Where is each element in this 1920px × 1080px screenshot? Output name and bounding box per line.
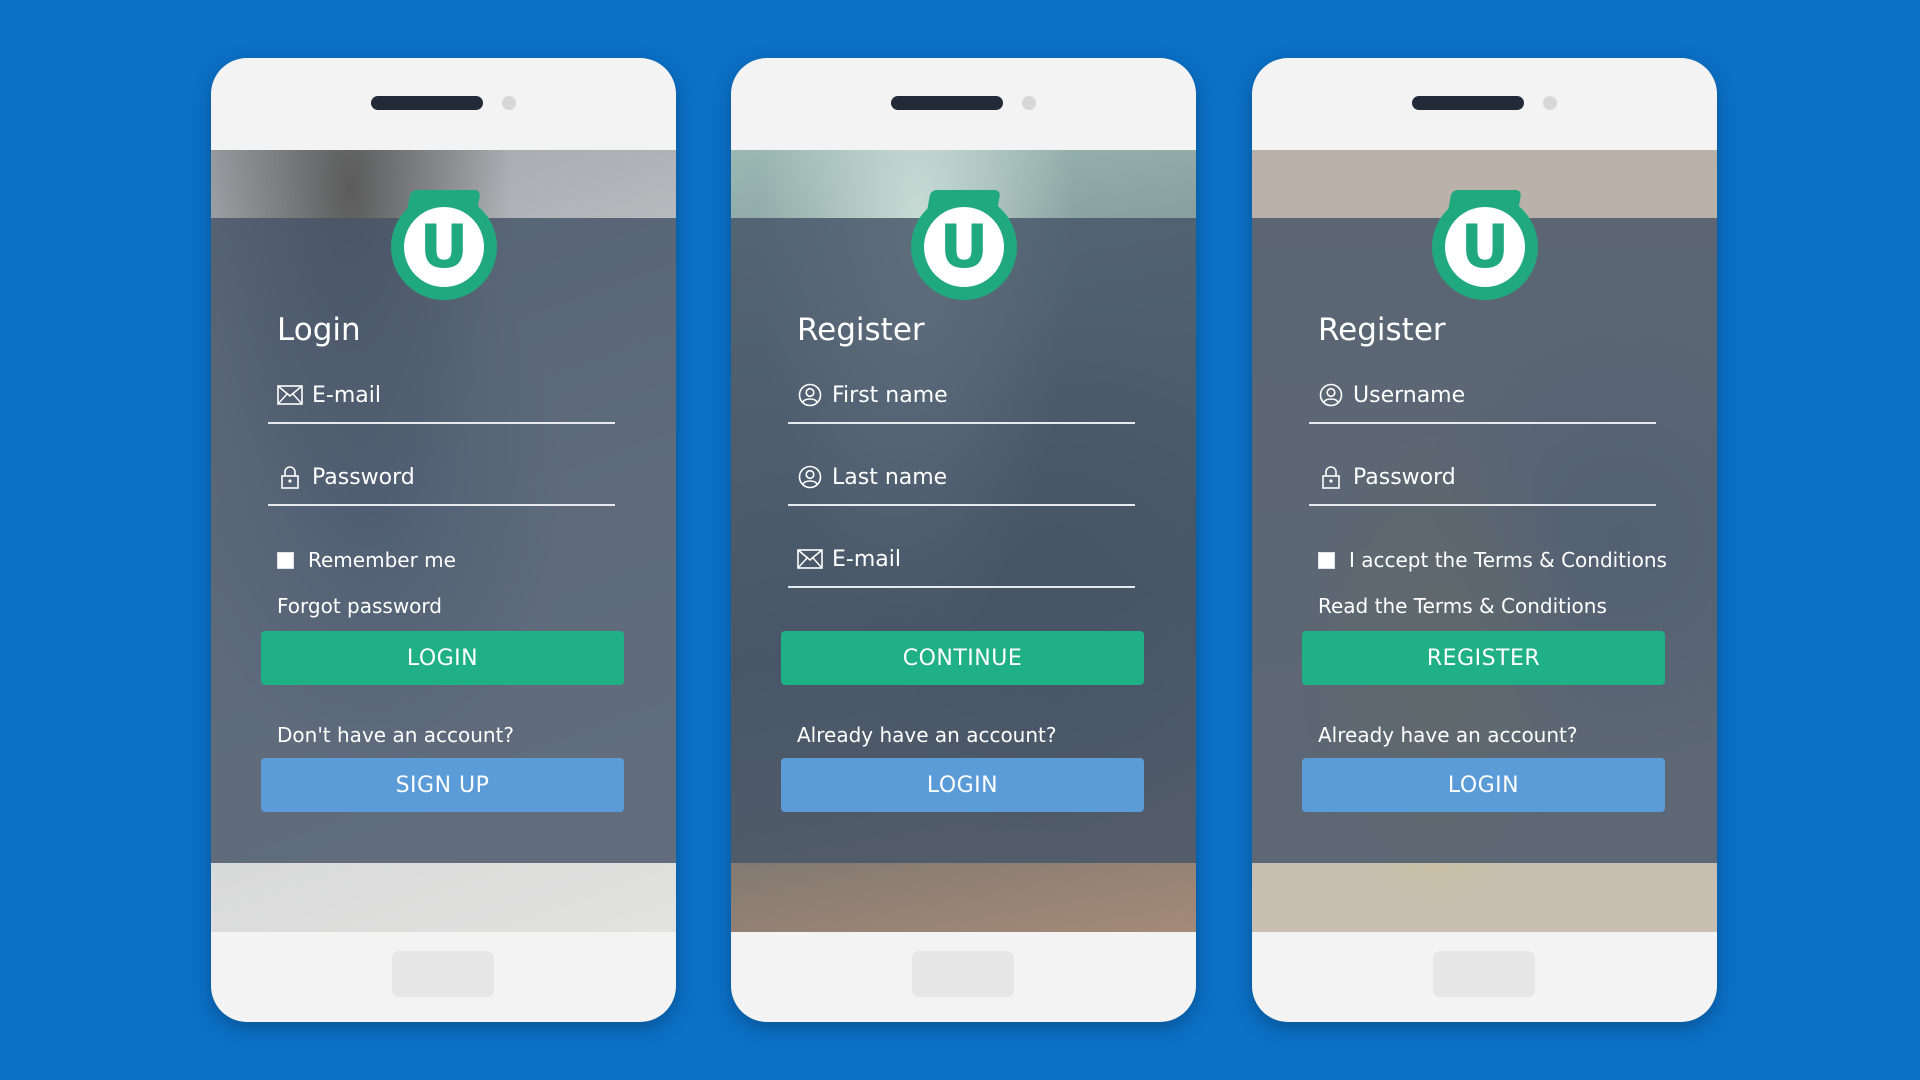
logo-letter: U (404, 207, 484, 287)
checkbox-box[interactable] (277, 551, 294, 569)
accept-terms-label: I accept the Terms & Conditions (1349, 548, 1667, 572)
home-button[interactable] (912, 951, 1014, 997)
password-label: Password (1353, 464, 1456, 490)
remember-me-label: Remember me (308, 548, 456, 572)
phone-speaker (1412, 96, 1524, 110)
phone-mockup-login: U Login E-mail Password Remember me Forg… (211, 58, 676, 1022)
page-title: Register (797, 312, 925, 348)
home-button[interactable] (392, 951, 494, 997)
logo-letter: U (1445, 207, 1525, 287)
login-prompt: Already have an account? (1318, 723, 1578, 747)
logo-letter: U (924, 207, 1004, 287)
email-label: E-mail (312, 382, 381, 408)
signup-button[interactable]: SIGN UP (261, 758, 624, 812)
register-screen-2: U Register Username Password I accept th… (1252, 150, 1717, 932)
phone-speaker (371, 96, 483, 110)
login-button[interactable]: LOGIN (781, 758, 1144, 812)
app-logo: U (1432, 194, 1538, 300)
phone-speaker (891, 96, 1003, 110)
last-name-label: Last name (832, 464, 948, 490)
last-name-field[interactable]: Last name (788, 450, 1135, 506)
home-button[interactable] (1433, 951, 1535, 997)
remember-me-checkbox[interactable]: Remember me (277, 548, 456, 572)
password-label: Password (312, 464, 415, 490)
phone-camera (1022, 96, 1036, 110)
accept-terms-checkbox[interactable]: I accept the Terms & Conditions (1318, 548, 1667, 572)
user-icon (796, 381, 824, 409)
register-screen-1: U Register First name Last name E-mail C… (731, 150, 1196, 932)
lock-icon (276, 463, 304, 491)
email-field[interactable]: E-mail (788, 532, 1135, 588)
forgot-password-link[interactable]: Forgot password (277, 594, 442, 618)
continue-button[interactable]: CONTINUE (781, 631, 1144, 685)
user-icon (796, 463, 824, 491)
email-field[interactable]: E-mail (268, 368, 615, 424)
email-label: E-mail (832, 546, 901, 572)
phone-camera (502, 96, 516, 110)
login-button[interactable]: LOGIN (1302, 758, 1665, 812)
register-button[interactable]: REGISTER (1302, 631, 1665, 685)
read-terms-link[interactable]: Read the Terms & Conditions (1318, 594, 1607, 618)
app-logo: U (391, 194, 497, 300)
checkbox-box[interactable] (1318, 551, 1335, 569)
login-prompt: Already have an account? (797, 723, 1057, 747)
first-name-label: First name (832, 382, 948, 408)
page-title: Login (277, 312, 361, 348)
username-field[interactable]: Username (1309, 368, 1656, 424)
first-name-field[interactable]: First name (788, 368, 1135, 424)
username-label: Username (1353, 382, 1466, 408)
page-title: Register (1318, 312, 1446, 348)
signup-prompt: Don't have an account? (277, 723, 515, 747)
phone-mockup-register-1: U Register First name Last name E-mail C… (731, 58, 1196, 1022)
user-icon (1317, 381, 1345, 409)
phone-camera (1543, 96, 1557, 110)
login-screen: U Login E-mail Password Remember me Forg… (211, 150, 676, 932)
envelope-icon (276, 381, 304, 409)
login-button[interactable]: LOGIN (261, 631, 624, 685)
phone-mockup-register-2: U Register Username Password I accept th… (1252, 58, 1717, 1022)
password-field[interactable]: Password (1309, 450, 1656, 506)
password-field[interactable]: Password (268, 450, 615, 506)
lock-icon (1317, 463, 1345, 491)
envelope-icon (796, 545, 824, 573)
app-logo: U (911, 194, 1017, 300)
